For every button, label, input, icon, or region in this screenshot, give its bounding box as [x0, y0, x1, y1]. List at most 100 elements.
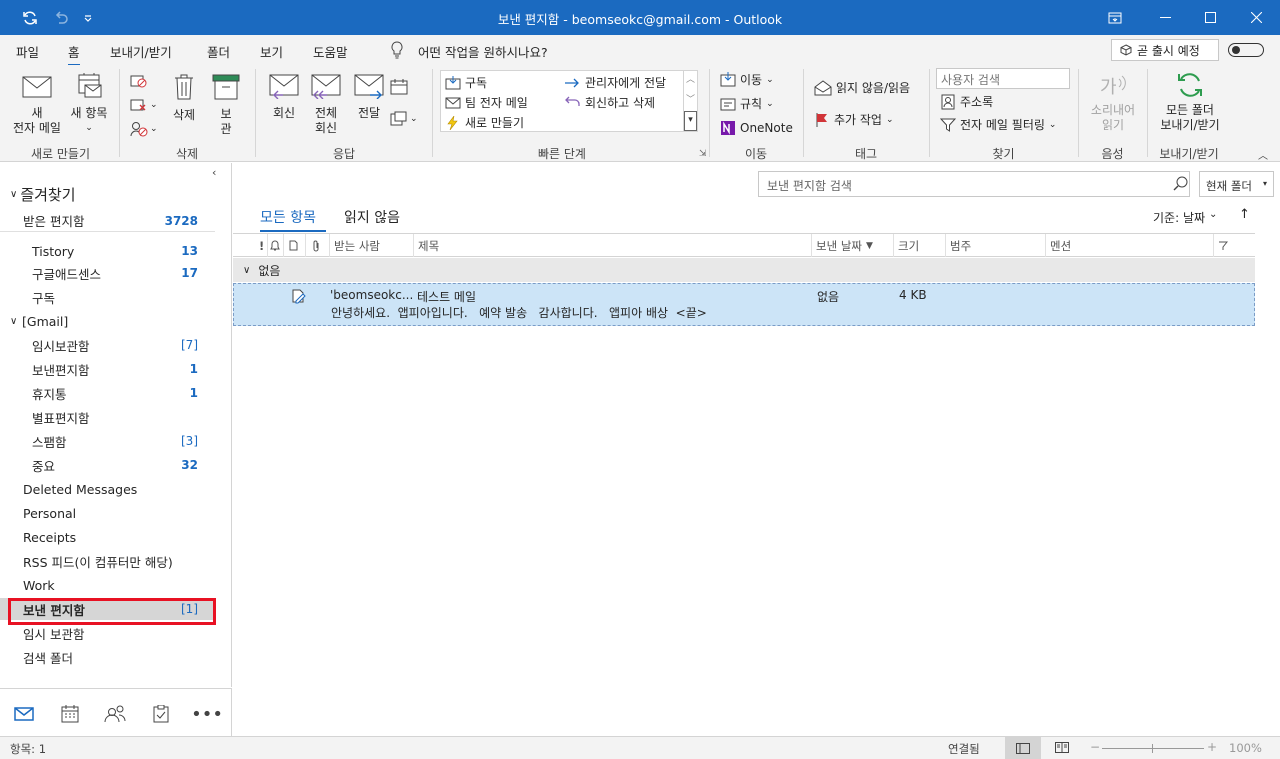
- folder-item[interactable]: 구글애드센스 17: [0, 262, 215, 284]
- folder-item[interactable]: 임시보관함 [7]: [0, 334, 215, 356]
- tab-view[interactable]: 보기: [260, 42, 283, 61]
- message-row[interactable]: 'beomseokc... 테스트 메일 안녕하세요. 앱피아입니다. 예약 발…: [233, 283, 1255, 326]
- folder-item[interactable]: Deleted Messages: [0, 478, 215, 500]
- quick-step-to-manager[interactable]: 관리자에게 전달: [563, 74, 666, 91]
- collapse-ribbon-icon[interactable]: ︿: [1258, 147, 1268, 162]
- to-column[interactable]: 받는 사람: [329, 234, 413, 257]
- ignore-icon[interactable]: [130, 73, 148, 92]
- folder-item[interactable]: 받은 편지함 3728: [0, 210, 215, 232]
- folder-item[interactable]: 구독: [0, 286, 215, 308]
- filter-unread-tab[interactable]: 읽지 않음: [344, 207, 400, 227]
- normal-view-icon[interactable]: [1005, 737, 1041, 759]
- minimize-button[interactable]: [1143, 0, 1188, 35]
- zoom-out-button[interactable]: −: [1090, 740, 1100, 754]
- folder-item[interactable]: 임시 보관함: [0, 622, 215, 644]
- onenote-button[interactable]: OneNote: [720, 120, 793, 136]
- tab-file[interactable]: 파일: [16, 42, 39, 61]
- search-input[interactable]: 보낸 편지함 검색: [758, 171, 1190, 197]
- archive-button[interactable]: 보 관: [208, 73, 244, 137]
- folder-unread-count: 17: [181, 266, 198, 280]
- folder-item[interactable]: Receipts: [0, 526, 215, 548]
- favorites-header[interactable]: ∨ 즐겨찾기: [10, 184, 76, 205]
- zoom-slider[interactable]: [1102, 744, 1204, 753]
- tasks-icon[interactable]: [150, 703, 172, 725]
- sent-date-column[interactable]: 보낸 날짜 ▼: [811, 234, 893, 257]
- folder-item[interactable]: ∨ [Gmail]: [0, 310, 215, 332]
- address-book-button[interactable]: 주소록: [940, 93, 993, 110]
- search-people-input[interactable]: 사용자 검색: [936, 68, 1070, 89]
- group-header[interactable]: ∨ 없음: [233, 258, 1255, 282]
- folder-item[interactable]: 별표편지함: [0, 406, 215, 428]
- ribbon-display-options-icon[interactable]: [1100, 0, 1130, 35]
- quick-step-reply-delete[interactable]: 회신하고 삭제: [563, 94, 655, 111]
- attachment-column-icon[interactable]: [305, 234, 329, 257]
- collapse-pane-icon[interactable]: ‹: [212, 166, 216, 179]
- junk-button[interactable]: ⌄: [130, 121, 158, 137]
- subject-column[interactable]: 제목: [413, 234, 811, 257]
- cleanup-button[interactable]: ⌄: [130, 97, 158, 113]
- gallery-down-icon[interactable]: ﹀: [684, 91, 697, 111]
- reading-view-icon[interactable]: [1055, 742, 1069, 756]
- followup-button[interactable]: 추가 작업 ⌄: [814, 111, 894, 128]
- folder-item[interactable]: Personal: [0, 502, 215, 524]
- zoom-in-button[interactable]: +: [1207, 740, 1217, 754]
- meeting-icon[interactable]: [390, 79, 408, 98]
- sort-direction-arrow-icon[interactable]: ↑: [1239, 207, 1250, 222]
- importance-column[interactable]: !: [257, 234, 267, 257]
- reminder-column-icon[interactable]: [267, 234, 283, 257]
- tell-me-input[interactable]: 어떤 작업을 원하시나요?: [418, 42, 548, 61]
- size-column[interactable]: 크기: [893, 234, 945, 257]
- gallery-more-icon[interactable]: ▾: [684, 111, 697, 131]
- move-button[interactable]: 이동 ⌄: [720, 71, 774, 88]
- tab-send-receive[interactable]: 보내기/받기: [110, 42, 172, 61]
- rules-button[interactable]: 규칙 ⌄: [720, 95, 774, 112]
- filter-email-button[interactable]: 전자 메일 필터링 ⌄: [940, 116, 1056, 133]
- more-apps-icon[interactable]: •••: [191, 703, 223, 725]
- folder-item[interactable]: 휴지통 1: [0, 382, 215, 404]
- mail-icon[interactable]: [13, 703, 35, 725]
- read-aloud-button[interactable]: 가 소리내어 읽기: [1084, 71, 1142, 133]
- folder-item[interactable]: RSS 피드(이 컴퓨터만 해당): [0, 550, 215, 572]
- dialog-launcher-icon[interactable]: ⇲: [699, 149, 707, 159]
- gallery-up-icon[interactable]: ︿: [684, 71, 697, 91]
- folder-item[interactable]: 보낸편지함 1: [0, 358, 215, 380]
- folder-item[interactable]: 스팸함 [3]: [0, 430, 215, 452]
- tab-home[interactable]: 홈: [68, 42, 80, 66]
- people-icon[interactable]: [104, 703, 126, 725]
- send-receive-all-button[interactable]: 모든 폴더 보내기/받기: [1152, 71, 1228, 133]
- quick-step-subscribe[interactable]: 구독: [445, 74, 487, 91]
- calendar-icon[interactable]: [59, 703, 81, 725]
- more-respond-button[interactable]: ⌄: [390, 111, 418, 127]
- sort-by-dropdown[interactable]: 기준: 날짜 ⌄: [1153, 209, 1217, 226]
- maximize-button[interactable]: [1188, 0, 1233, 35]
- zoom-level[interactable]: 100%: [1229, 741, 1262, 755]
- quick-step-create-new[interactable]: 새로 만들기: [445, 114, 524, 131]
- search-icon[interactable]: [1173, 176, 1188, 194]
- folder-unread-count: 3728: [164, 213, 198, 228]
- coming-soon-button[interactable]: 곧 출시 예정: [1111, 39, 1219, 61]
- delete-button[interactable]: 삭제: [164, 73, 204, 123]
- coming-soon-toggle[interactable]: [1228, 43, 1264, 57]
- mention-column[interactable]: 멘션: [1045, 234, 1213, 257]
- quick-step-label: 회신하고 삭제: [585, 96, 656, 110]
- reply-button[interactable]: 회신: [265, 73, 303, 121]
- forward-button[interactable]: 전달: [350, 73, 388, 121]
- new-email-button[interactable]: 새 전자 메일: [8, 73, 66, 136]
- folder-item[interactable]: Tistory 13: [0, 242, 215, 260]
- reply-all-button[interactable]: 전체 회신: [307, 73, 345, 136]
- unread-read-button[interactable]: 읽지 않음/읽음: [814, 79, 910, 96]
- tab-folder[interactable]: 폴더: [207, 42, 230, 61]
- search-scope-dropdown[interactable]: 현재 폴더 ▾: [1199, 171, 1274, 197]
- close-button[interactable]: [1233, 0, 1280, 35]
- quick-step-team-email[interactable]: 팀 전자 메일: [445, 94, 528, 111]
- gallery-scroll[interactable]: ︿ ﹀ ▾: [683, 71, 697, 131]
- tab-help[interactable]: 도움말: [313, 42, 348, 61]
- flag-status-column-icon[interactable]: [1213, 234, 1255, 257]
- new-items-button[interactable]: 새 항목 ⌄: [66, 73, 112, 136]
- folder-item[interactable]: Work: [0, 574, 215, 596]
- category-column[interactable]: 범주: [945, 234, 1045, 257]
- filter-all-tab[interactable]: 모든 항목: [260, 207, 316, 227]
- folder-item[interactable]: 중요 32: [0, 454, 215, 476]
- icon-column-icon[interactable]: [283, 234, 305, 257]
- folder-item[interactable]: 검색 폴더: [0, 646, 215, 668]
